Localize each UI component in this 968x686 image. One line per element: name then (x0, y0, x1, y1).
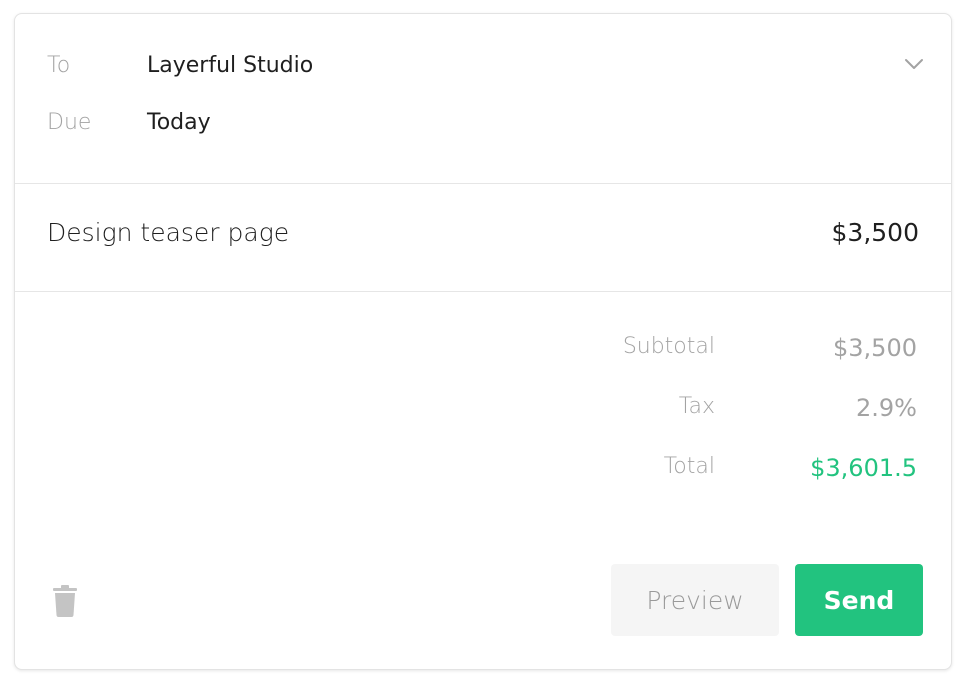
preview-button[interactable]: Preview (611, 564, 779, 636)
line-item-amount[interactable]: $3,500 (832, 218, 919, 247)
to-label: To (47, 53, 71, 78)
total-value: $3,601.5 (810, 454, 917, 482)
send-button[interactable]: Send (795, 564, 923, 636)
tax-value: 2.9% (856, 394, 917, 422)
recipient-value[interactable]: Layerful Studio (147, 53, 313, 78)
invoice-card: To Layerful Studio Due Today Design teas… (14, 13, 952, 670)
due-label: Due (47, 110, 92, 135)
trash-icon[interactable] (53, 585, 77, 617)
subtotal-value: $3,500 (833, 334, 917, 362)
subtotal-label: Subtotal (622, 334, 715, 359)
total-label: Total (663, 454, 715, 479)
chevron-down-icon[interactable] (903, 57, 925, 71)
due-date-value[interactable]: Today (147, 110, 211, 135)
line-item-description[interactable]: Design teaser page (47, 218, 289, 247)
tax-label: Tax (678, 394, 715, 419)
line-item-row[interactable]: Design teaser page $3,500 (15, 184, 951, 292)
invoice-meta-section: To Layerful Studio Due Today (15, 14, 951, 184)
